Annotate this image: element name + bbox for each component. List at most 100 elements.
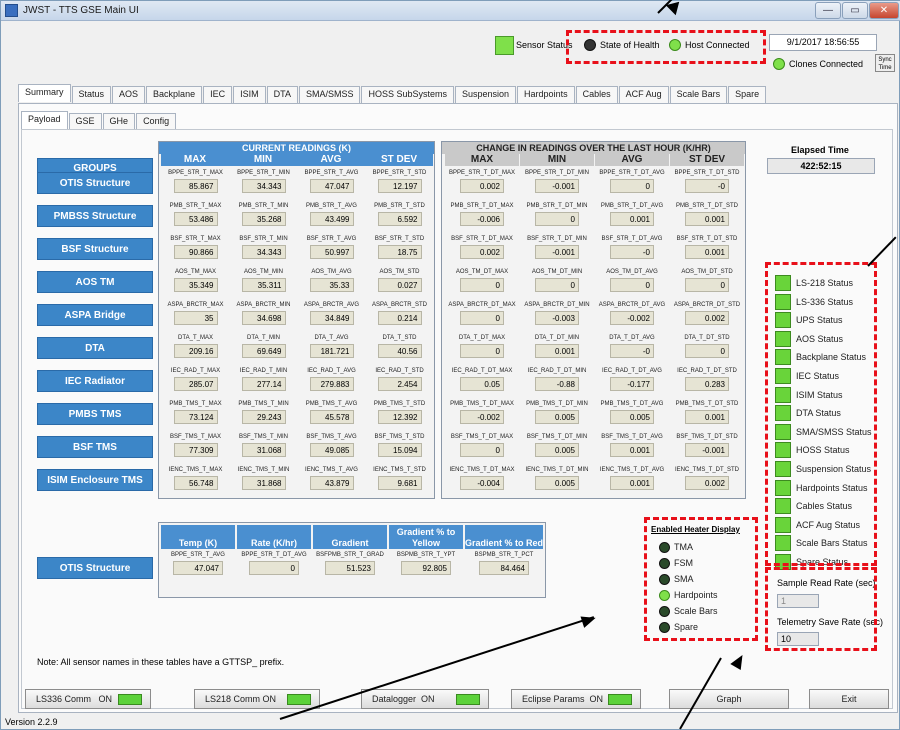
sensor-value: 84.464 xyxy=(479,561,529,575)
current-cell: IENC_TMS_T_STD 9.681 xyxy=(365,465,434,498)
tab-iec[interactable]: IEC xyxy=(203,86,233,104)
sensor-name: BSF_TMS_T_DT_MIN xyxy=(526,434,588,440)
change-cell: BSF_STR_T_DT_AVG -0 xyxy=(595,234,669,267)
sensor-name: IENC_TMS_T_DT_AVG xyxy=(599,467,665,473)
eclipse-params-button[interactable]: Eclipse Params ON xyxy=(511,689,641,709)
otis-header: Gradient xyxy=(313,525,387,549)
sensor-value: 47.047 xyxy=(173,561,223,575)
tab-suspension[interactable]: Suspension xyxy=(455,86,517,104)
annotation-box-heaters xyxy=(644,517,758,641)
sensor-name: PMB_TMS_T_DT_MIN xyxy=(526,401,588,407)
change-cell: IENC_TMS_T_DT_STD 0.002 xyxy=(670,465,744,498)
tab-cables[interactable]: Cables xyxy=(575,86,618,104)
clones-connected-led xyxy=(773,58,785,70)
current-cell: DTA_T_MAX 209.16 xyxy=(161,333,230,366)
sensor-name: PMB_TMS_T_DT_AVG xyxy=(600,401,664,407)
sensor-value: 0 xyxy=(249,561,299,575)
sensor-value: 12.197 xyxy=(377,179,422,193)
tab-dta[interactable]: DTA xyxy=(266,86,298,104)
sensor-name: IEC_RAD_T_DT_MAX xyxy=(451,368,513,374)
sensor-value: 0 xyxy=(460,278,504,292)
datalogger-button[interactable]: Datalogger ON xyxy=(361,689,489,709)
sensor-value: 18.75 xyxy=(377,245,422,259)
sensor-value: -0 xyxy=(610,344,654,358)
ls218-comm-led xyxy=(287,694,311,705)
current-cell: DTA_T_AVG 181.721 xyxy=(297,333,366,366)
version-label: Version 2.2.9 xyxy=(5,717,58,727)
sensor-value: 0 xyxy=(535,278,579,292)
annotation-box-rates xyxy=(765,567,877,651)
otis-structure-label: OTIS Structure xyxy=(37,557,153,579)
sensor-name: PMB_STR_T_DT_MAX xyxy=(450,203,514,209)
current-cell: IENC_TMS_T_MIN 31.868 xyxy=(229,465,298,498)
tab-isim[interactable]: ISIM xyxy=(233,86,266,104)
sensor-value: 0.283 xyxy=(685,377,729,391)
tab-aos[interactable]: AOS xyxy=(112,86,146,104)
change-cell: IENC_TMS_T_DT_MIN 0.005 xyxy=(520,465,594,498)
sensor-value: 2.454 xyxy=(377,377,422,391)
sensor-name: IENC_TMS_T_DT_MIN xyxy=(525,467,589,473)
close-button[interactable]: ✕ xyxy=(869,2,899,19)
change-cell: IENC_TMS_T_DT_AVG 0.001 xyxy=(595,465,669,498)
change-cell: PMB_STR_T_DT_STD 0.001 xyxy=(670,201,744,234)
sensor-value: 77.309 xyxy=(173,443,218,457)
change-cell: PMB_TMS_T_DT_MAX -0.002 xyxy=(445,399,519,432)
sensor-value: 34.343 xyxy=(241,245,286,259)
ls336-comm-led xyxy=(118,694,142,705)
change-cell: BPPE_STR_T_DT_STD -0 xyxy=(670,168,744,201)
tab-sma-smss[interactable]: SMA/SMSS xyxy=(298,86,361,104)
tab-scale-bars[interactable]: Scale Bars xyxy=(669,86,728,104)
subtab-payload[interactable]: Payload xyxy=(21,111,68,129)
ls336-comm-button[interactable]: LS336 Comm ON xyxy=(25,689,151,709)
tab-hardpoints[interactable]: Hardpoints xyxy=(517,86,575,104)
change-cell: BPPE_STR_T_DT_MAX 0.002 xyxy=(445,168,519,201)
sensor-name: BPPE_STR_T_AVG xyxy=(304,170,359,176)
sensor-value: 0.005 xyxy=(535,476,579,490)
sensor-name: DTA_T_AVG xyxy=(314,335,349,341)
sync-time-button[interactable]: Sync Time xyxy=(875,54,895,72)
sensor-value: 34.343 xyxy=(241,179,286,193)
maximize-button[interactable]: ▭ xyxy=(842,2,868,19)
ls336-comm-label: LS336 Comm xyxy=(36,694,92,704)
sensor-value: -0.006 xyxy=(460,212,504,226)
tab-hoss-subsystems[interactable]: HOSS SubSystems xyxy=(361,86,454,104)
ls218-comm-button[interactable]: LS218 Comm ON xyxy=(194,689,320,709)
current-cell: IEC_RAD_T_STD 2.454 xyxy=(365,366,434,399)
sensor-name: BPPE_STR_T_DT_MIN xyxy=(524,170,590,176)
current-cell: IENC_TMS_T_MAX 56.748 xyxy=(161,465,230,498)
otis-header: Temp (K) xyxy=(161,525,235,549)
change-cell: PMB_STR_T_DT_MIN 0 xyxy=(520,201,594,234)
sensor-value: 35.268 xyxy=(241,212,286,226)
tab-spare[interactable]: Spare xyxy=(728,86,767,104)
graph-button[interactable]: Graph xyxy=(669,689,789,709)
exit-button[interactable]: Exit xyxy=(809,689,889,709)
sensor-value: -0.88 xyxy=(535,377,579,391)
current-cell: AOS_TM_AVG 35.33 xyxy=(297,267,366,300)
sensor-name: IENC_TMS_T_MAX xyxy=(168,467,223,473)
sensor-value: -0 xyxy=(610,245,654,259)
sensor-name: BPPE_STR_T_AVG xyxy=(171,552,225,558)
change-cell: AOS_TM_DT_AVG 0 xyxy=(595,267,669,300)
tab-status[interactable]: Status xyxy=(71,86,112,104)
group-label: OTIS Structure xyxy=(37,172,153,194)
main-tab-bar: Summary Status AOS Backplane IEC ISIM DTA SMA/S… xyxy=(18,84,767,104)
current-col-1: MIN xyxy=(229,154,297,166)
group-label: BSF TMS xyxy=(37,436,153,458)
sensor-value: -0.003 xyxy=(535,311,579,325)
sensor-value: 43.879 xyxy=(309,476,354,490)
group-label: AOS TM xyxy=(37,271,153,293)
minimize-button[interactable]: — xyxy=(815,2,841,19)
sensor-value: 0.005 xyxy=(535,410,579,424)
change-cell: PMB_STR_T_DT_AVG 0.001 xyxy=(595,201,669,234)
sensor-name: IENC_TMS_T_DT_STD xyxy=(674,467,739,473)
change-cell: BSF_TMS_T_DT_MAX 0 xyxy=(445,432,519,465)
sensor-value: 0 xyxy=(460,344,504,358)
tab-summary[interactable]: Summary xyxy=(18,84,71,102)
ls218-comm-state: ON xyxy=(262,694,277,704)
group-label: PMBSS Structure xyxy=(37,205,153,227)
sensor-name: BSF_TMS_T_DT_MAX xyxy=(450,434,514,440)
sensor-name: IEC_RAD_T_MAX xyxy=(170,368,221,374)
current-cell: BPPE_STR_T_STD 12.197 xyxy=(365,168,434,201)
tab-acf-aug[interactable]: ACF Aug xyxy=(618,86,669,104)
tab-backplane[interactable]: Backplane xyxy=(146,86,203,104)
